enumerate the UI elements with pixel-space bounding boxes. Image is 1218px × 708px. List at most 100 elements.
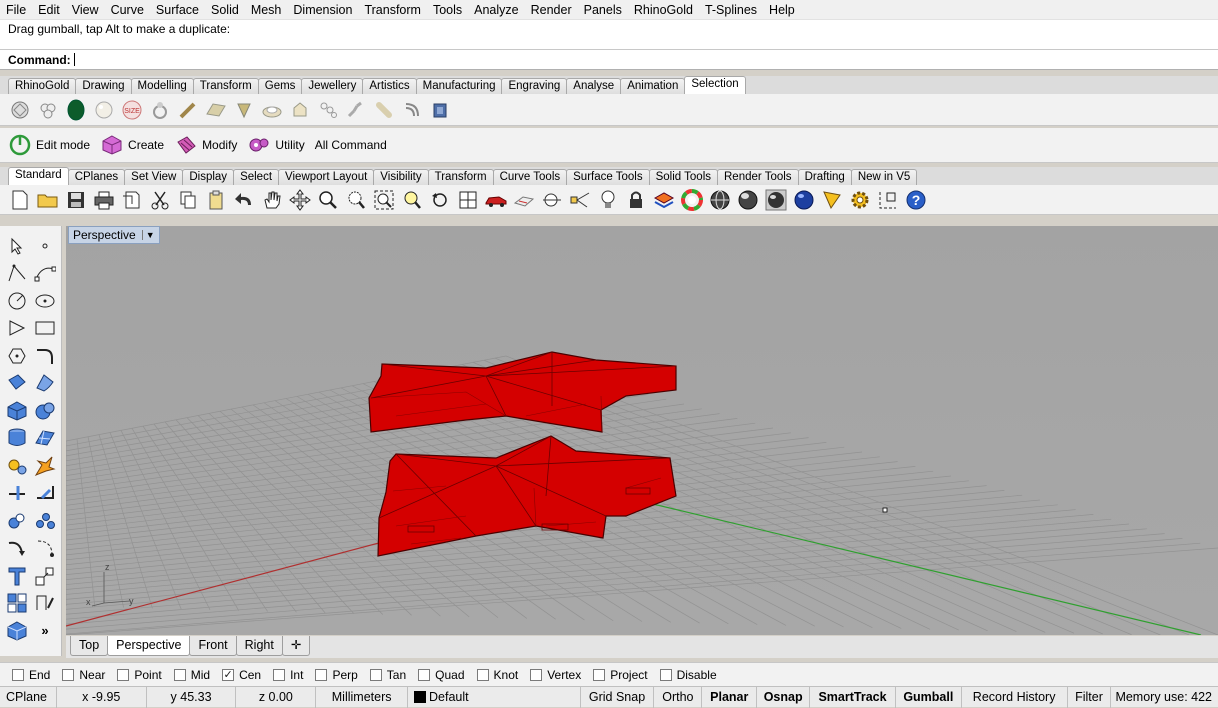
osnap-point-checkbox[interactable] <box>117 668 130 681</box>
tab-transform-std[interactable]: Transform <box>427 169 494 185</box>
osnap-disable-checkbox[interactable] <box>659 668 672 681</box>
split-tool-icon[interactable] <box>3 480 31 508</box>
tab-standard[interactable]: Standard <box>8 167 69 185</box>
menu-dimension[interactable]: Dimension <box>287 0 358 20</box>
size-badge-icon[interactable]: SIZE <box>120 98 144 122</box>
snap-point-icon[interactable] <box>568 188 592 212</box>
tab-gems[interactable]: Gems <box>257 78 303 94</box>
osnap-end[interactable]: End <box>12 668 50 682</box>
zoom-extents-icon[interactable] <box>372 188 396 212</box>
osnap-cen-checkbox[interactable]: ✓ <box>222 668 235 681</box>
wire-tool-icon[interactable] <box>176 98 200 122</box>
boolean-burst-icon[interactable] <box>31 452 59 480</box>
tab-cplanes[interactable]: CPlanes <box>67 169 126 185</box>
layers-icon[interactable] <box>652 188 676 212</box>
named-view-car-icon[interactable] <box>484 188 508 212</box>
text-icon[interactable] <box>3 562 31 590</box>
tab-new-in-v5[interactable]: New in V5 <box>850 169 918 185</box>
fillet-curve-icon[interactable] <box>31 342 59 370</box>
tab-select[interactable]: Select <box>233 169 280 185</box>
osnap-perp[interactable]: Perp <box>315 668 358 682</box>
zoom-selected-icon[interactable] <box>400 188 424 212</box>
command-input-caret[interactable] <box>73 53 75 66</box>
tab-selection[interactable]: Selection <box>684 76 746 94</box>
tab-artistics[interactable]: Artistics <box>362 78 417 94</box>
point-icon[interactable] <box>540 188 564 212</box>
tab-visibility[interactable]: Visibility <box>373 169 429 185</box>
status-gumball[interactable]: Gumball <box>896 686 962 708</box>
pan-hand-icon[interactable] <box>260 188 284 212</box>
create-button[interactable]: Create <box>100 133 164 157</box>
all-command-button[interactable]: All Command <box>315 138 387 152</box>
viewport-title[interactable]: Perspective ▼ <box>68 226 160 244</box>
menu-solid[interactable]: Solid <box>205 0 245 20</box>
menu-tools[interactable]: Tools <box>427 0 468 20</box>
tab-curve-tools[interactable]: Curve Tools <box>492 169 568 185</box>
lock-icon[interactable] <box>624 188 648 212</box>
status-units[interactable]: Millimeters <box>316 686 409 708</box>
chain-icon[interactable] <box>316 98 340 122</box>
blue-sphere-icon[interactable] <box>792 188 816 212</box>
scale-icon[interactable] <box>31 562 59 590</box>
transform-grid-icon[interactable] <box>3 590 31 618</box>
print-icon[interactable] <box>92 188 116 212</box>
gold-bar-icon[interactable] <box>204 98 228 122</box>
osnap-mid[interactable]: Mid <box>173 668 210 682</box>
arc-icon[interactable] <box>3 315 31 343</box>
menu-panels[interactable]: Panels <box>578 0 628 20</box>
select-arrow-icon[interactable] <box>3 232 31 260</box>
tab-display[interactable]: Display <box>182 169 235 185</box>
perspective-viewport[interactable]: z y x <box>66 226 1218 635</box>
status-smarttrack[interactable]: SmartTrack <box>810 686 896 708</box>
menu-curve[interactable]: Curve <box>105 0 150 20</box>
point-small-icon[interactable] <box>31 232 59 260</box>
osnap-perp-checkbox[interactable] <box>315 668 328 681</box>
osnap-tan-checkbox[interactable] <box>369 668 382 681</box>
osnap-project-checkbox[interactable] <box>593 668 606 681</box>
osnap-point[interactable]: Point <box>117 668 162 682</box>
more-tools-icon[interactable]: » <box>31 617 59 645</box>
osnap-end-checkbox[interactable] <box>12 668 24 681</box>
osnap-quad[interactable]: Quad <box>418 668 465 682</box>
cut-icon[interactable] <box>148 188 172 212</box>
spotlight-icon[interactable] <box>820 188 844 212</box>
save-icon[interactable] <box>64 188 88 212</box>
move-arrows-icon[interactable] <box>288 188 312 212</box>
osnap-vertex-checkbox[interactable] <box>530 668 543 681</box>
open-folder-icon[interactable] <box>36 188 60 212</box>
osnap-cen[interactable]: ✓ Cen <box>222 668 261 682</box>
pearl-icon[interactable] <box>92 98 116 122</box>
add-viewport-tab-icon[interactable]: ✛ <box>281 636 311 656</box>
modify-button[interactable]: Modify <box>174 133 237 157</box>
solid-tools-icon[interactable] <box>3 617 31 645</box>
menu-surface[interactable]: Surface <box>150 0 205 20</box>
rotate-view-icon[interactable] <box>428 188 452 212</box>
tab-surface-tools[interactable]: Surface Tools <box>566 169 650 185</box>
ring-icon[interactable] <box>148 98 172 122</box>
status-layer[interactable]: Default <box>408 686 581 708</box>
group-icon[interactable] <box>3 507 31 535</box>
tab-engraving[interactable]: Engraving <box>501 78 568 94</box>
shaded-sphere-icon[interactable] <box>736 188 760 212</box>
menu-edit[interactable]: Edit <box>32 0 66 20</box>
undo-icon[interactable] <box>232 188 256 212</box>
osnap-knot[interactable]: Knot <box>476 668 518 682</box>
explode-icon[interactable] <box>3 452 31 480</box>
four-viewports-icon[interactable] <box>456 188 480 212</box>
tab-transform[interactable]: Transform <box>192 78 259 94</box>
rectangle-icon[interactable] <box>31 315 59 343</box>
status-record-history[interactable]: Record History <box>962 686 1068 708</box>
box-icon[interactable] <box>428 98 452 122</box>
wireframe-sphere-icon[interactable] <box>708 188 732 212</box>
zoom-window-icon[interactable] <box>344 188 368 212</box>
osnap-int-checkbox[interactable] <box>273 668 286 681</box>
array-icon[interactable] <box>31 507 59 535</box>
command-line[interactable]: Command: <box>0 50 1218 70</box>
tab-drawing[interactable]: Drawing <box>75 78 132 94</box>
tab-analyse[interactable]: Analyse <box>566 78 622 94</box>
status-filter[interactable]: Filter <box>1068 686 1112 708</box>
viewport-tab-right[interactable]: Right <box>235 636 283 656</box>
status-planar[interactable]: Planar <box>702 686 758 708</box>
ellipse-icon[interactable] <box>31 287 59 315</box>
tab-manufacturing[interactable]: Manufacturing <box>415 78 503 94</box>
